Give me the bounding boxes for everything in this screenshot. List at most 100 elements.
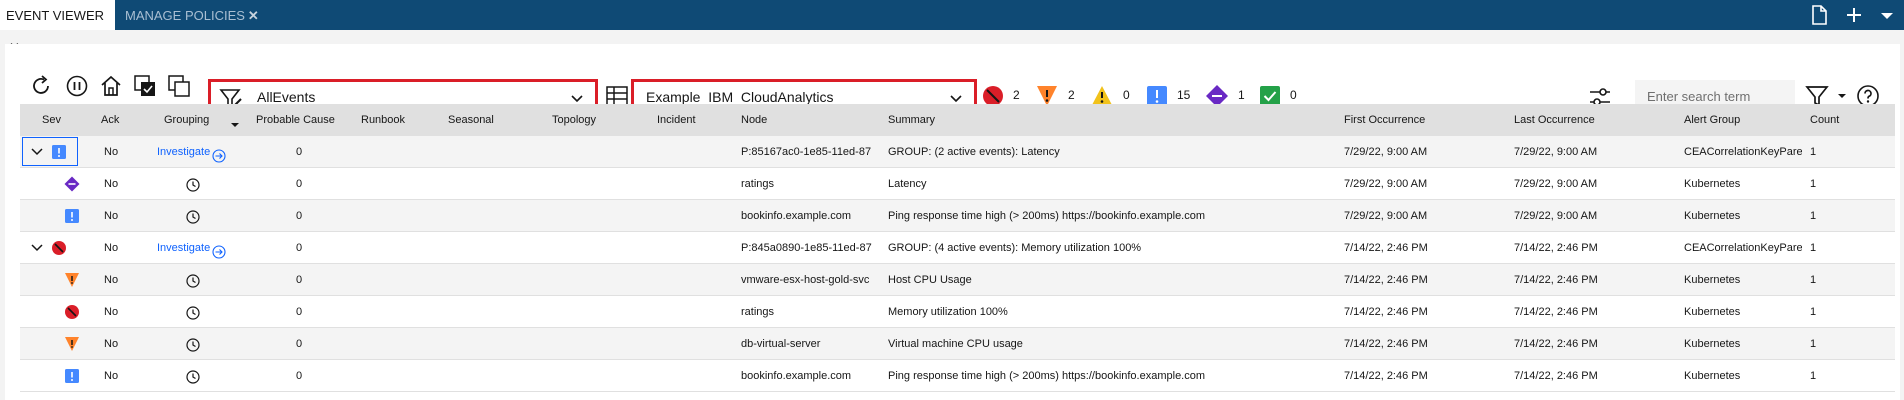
- last-occurrence-cell: 7/14/22, 2:46 PM: [1514, 242, 1598, 254]
- first-occurrence-cell: 7/14/22, 2:46 PM: [1344, 274, 1428, 286]
- column-header-topology[interactable]: Topology: [552, 104, 596, 136]
- chevron-down-icon[interactable]: [30, 144, 44, 160]
- table-row[interactable]: No 0 ratings Memory utilization 100% 7/14/22…: [20, 296, 1895, 328]
- critical-severity-icon: [51, 240, 67, 256]
- add-icon[interactable]: [1843, 5, 1865, 25]
- column-header-seasonal[interactable]: Seasonal: [448, 104, 494, 136]
- column-header-node[interactable]: Node: [741, 104, 767, 136]
- column-header-incident[interactable]: Incident: [657, 104, 696, 136]
- home-icon[interactable]: [99, 74, 123, 98]
- clock-icon[interactable]: [186, 305, 200, 320]
- ack-cell: No: [104, 210, 119, 222]
- node-cell: ratings: [741, 178, 775, 190]
- column-header-first-occurrence[interactable]: First Occurrence: [1344, 104, 1425, 136]
- alert-group-cell: CEACorrelationKeyPare: [1684, 146, 1802, 158]
- first-occurrence-cell: 7/14/22, 2:46 PM: [1344, 338, 1428, 350]
- probable-cause-cell: 0: [296, 306, 303, 318]
- column-header-ack[interactable]: Ack: [101, 104, 119, 136]
- count-cell: 1: [1810, 210, 1817, 222]
- ack-cell: No: [104, 274, 119, 286]
- clock-icon[interactable]: [186, 177, 200, 192]
- node-cell: P:85167ac0-1e85-11ed-87: [741, 146, 872, 158]
- last-occurrence-cell: 7/14/22, 2:46 PM: [1514, 274, 1598, 286]
- probable-cause-cell: 0: [296, 146, 303, 158]
- deselect-all-icon[interactable]: [167, 74, 191, 98]
- table-row[interactable]: No 0 bookinfo.example.com Ping response tim…: [20, 360, 1895, 392]
- indeterminate-count: 1: [1238, 88, 1245, 102]
- summary-cell: Latency: [888, 178, 927, 190]
- probable-cause-cell: 0: [296, 274, 303, 286]
- first-occurrence-cell: 7/29/22, 9:00 AM: [1344, 210, 1428, 222]
- column-header-runbook[interactable]: Runbook: [361, 104, 405, 136]
- tab-manage-policies-label: MANAGE POLICIES: [125, 8, 245, 23]
- table-row[interactable]: No 0 db-virtual-server Virtual machine CPU …: [20, 328, 1895, 360]
- column-header-alert-group[interactable]: Alert Group: [1684, 104, 1740, 136]
- column-header-probable-cause[interactable]: Probable Cause: [256, 104, 335, 136]
- first-occurrence-cell: 7/29/22, 9:00 AM: [1344, 146, 1428, 158]
- refresh-icon[interactable]: [30, 74, 54, 98]
- warning-count: 15: [1177, 88, 1191, 102]
- table-row[interactable]: Investigate No 0 P:85167ac0-1e85-11ed-87 GRO…: [20, 136, 1895, 168]
- node-cell: ratings: [741, 306, 775, 318]
- critical-severity-icon: [64, 304, 80, 320]
- select-all-icon[interactable]: [133, 74, 157, 98]
- major-count: 2: [1068, 88, 1075, 102]
- info-severity-icon: [51, 144, 67, 160]
- node-cell: vmware-esx-host-gold-svc: [741, 274, 870, 286]
- new-document-icon[interactable]: [1808, 5, 1830, 25]
- first-occurrence-cell: 7/29/22, 9:00 AM: [1344, 178, 1428, 190]
- clear-count: 0: [1290, 88, 1297, 102]
- table-row[interactable]: No 0 vmware-esx-host-gold-svc Host CPU Usag…: [20, 264, 1895, 296]
- node-cell: bookinfo.example.com: [741, 210, 852, 222]
- first-occurrence-cell: 7/14/22, 2:46 PM: [1344, 306, 1428, 318]
- first-occurrence-cell: 7/14/22, 2:46 PM: [1344, 242, 1428, 254]
- last-occurrence-cell: 7/14/22, 2:46 PM: [1514, 338, 1598, 350]
- ack-cell: No: [104, 370, 119, 382]
- sort-caret-icon[interactable]: [230, 115, 240, 127]
- clock-icon[interactable]: [186, 337, 200, 352]
- info-severity-icon: [64, 208, 80, 224]
- left-gutter: [5, 136, 20, 400]
- filter-dropdown-value: AllEvents: [257, 89, 316, 105]
- tab-event-viewer[interactable]: EVENT VIEWER✕: [0, 0, 115, 55]
- count-cell: 1: [1810, 306, 1817, 318]
- column-header-last-occurrence[interactable]: Last Occurrence: [1514, 104, 1595, 136]
- table-row[interactable]: No 0 bookinfo.example.com Ping response tim…: [20, 200, 1895, 232]
- ack-cell: No: [104, 146, 119, 158]
- pause-icon[interactable]: [65, 74, 89, 98]
- column-header-summary[interactable]: Summary: [888, 104, 935, 136]
- table-row[interactable]: Investigate No 0 P:845a0890-1e85-11ed-87 GRO…: [20, 232, 1895, 264]
- alert-group-cell: Kubernetes: [1684, 210, 1741, 222]
- investigate-link-label: Investigate: [157, 242, 211, 254]
- alert-group-cell: Kubernetes: [1684, 306, 1741, 318]
- column-header-grouping[interactable]: Grouping: [164, 104, 209, 136]
- count-cell: 1: [1810, 274, 1817, 286]
- clock-icon[interactable]: [186, 209, 200, 224]
- summary-cell: Memory utilization 100%: [888, 306, 1008, 318]
- alert-group-cell: CEACorrelationKeyPare: [1684, 242, 1802, 254]
- caret-down-icon[interactable]: [1876, 5, 1898, 25]
- close-icon[interactable]: ✕: [248, 0, 259, 32]
- investigate-link[interactable]: Investigate: [157, 232, 226, 264]
- tab-manage-policies[interactable]: MANAGE POLICIES ✕: [125, 0, 259, 30]
- clock-icon[interactable]: [186, 369, 200, 384]
- column-header-sev[interactable]: Sev: [42, 104, 61, 136]
- chevron-down-icon[interactable]: [30, 240, 44, 256]
- alert-group-cell: Kubernetes: [1684, 178, 1741, 190]
- table-row[interactable]: No 0 ratings Latency 7/29/22, 9:00 AM 7/29/22…: [20, 168, 1895, 200]
- last-occurrence-cell: 7/29/22, 9:00 AM: [1514, 178, 1598, 190]
- indeterminate-severity-icon: [64, 176, 80, 192]
- investigate-link[interactable]: Investigate: [157, 136, 226, 168]
- search-placeholder: Enter search term: [1647, 89, 1751, 104]
- clock-icon[interactable]: [186, 273, 200, 288]
- count-cell: 1: [1810, 370, 1817, 382]
- last-occurrence-cell: 7/14/22, 2:46 PM: [1514, 306, 1598, 318]
- major-severity-icon: [64, 272, 80, 288]
- column-header-count[interactable]: Count: [1810, 104, 1839, 136]
- count-cell: 1: [1810, 338, 1817, 350]
- summary-cell: Ping response time high (> 200ms) https:…: [888, 370, 1206, 382]
- major-severity-icon: [64, 336, 80, 352]
- last-occurrence-cell: 7/29/22, 9:00 AM: [1514, 210, 1598, 222]
- summary-cell: GROUP: (2 active events): Latency: [888, 146, 1060, 158]
- top-tab-bar: EVENT VIEWER✕ MANAGE POLICIES✕: [0, 0, 1904, 55]
